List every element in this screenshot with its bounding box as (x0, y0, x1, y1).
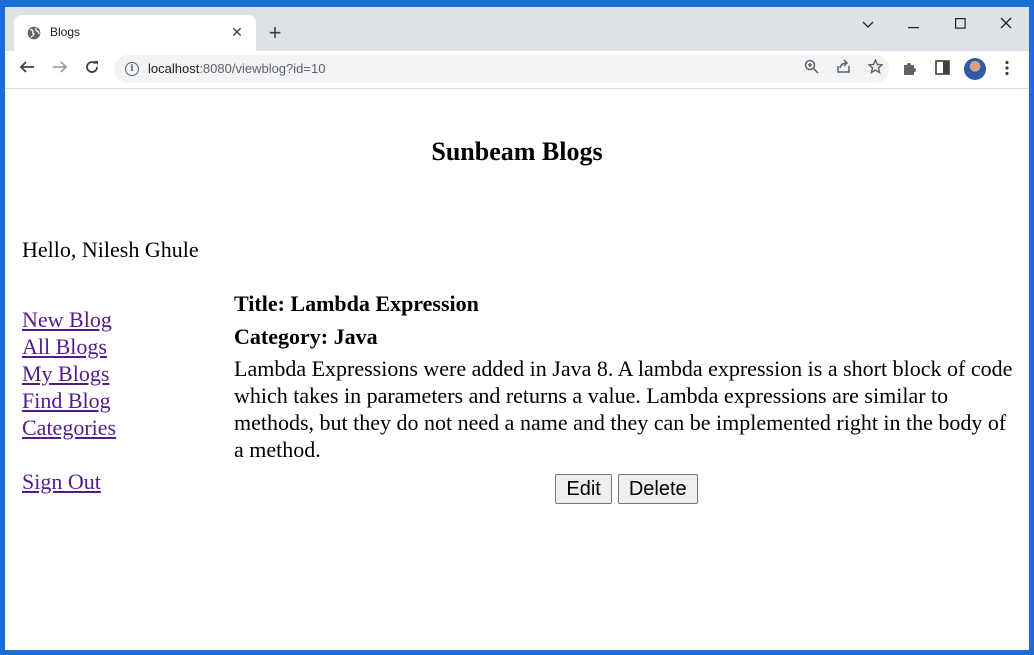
blog-detail: Title: Lambda Expression Category: Java … (234, 289, 1019, 504)
blog-category: Category: Java (234, 324, 378, 349)
info-icon[interactable]: i (125, 62, 139, 76)
close-icon[interactable]: ✕ (228, 23, 246, 41)
minimize-icon[interactable] (897, 11, 931, 37)
kebab-menu-icon[interactable] (997, 60, 1017, 80)
url-text[interactable]: localhost:8080/viewblog?id=10 (148, 61, 325, 76)
sign-out-link[interactable]: Sign Out (22, 468, 116, 495)
forward-arrow-icon[interactable] (48, 58, 72, 82)
window-close-icon[interactable] (989, 11, 1023, 37)
star-icon[interactable] (865, 58, 885, 79)
tab-title: Blogs (50, 25, 81, 39)
nav-categories[interactable]: Categories (22, 414, 116, 441)
zoom-icon[interactable] (801, 59, 821, 79)
chevron-down-icon[interactable] (851, 11, 885, 37)
browser-toolbar: i localhost:8080/viewblog?id=10 (5, 51, 1029, 89)
edit-button[interactable]: Edit (555, 474, 612, 504)
reload-icon[interactable] (80, 58, 104, 82)
delete-button[interactable]: Delete (617, 474, 698, 504)
side-nav: New Blog All Blogs My Blogs Find Blog Ca… (22, 306, 116, 495)
tab-blogs[interactable]: Blogs ✕ (14, 15, 256, 51)
greeting-text: Hello, Nilesh Ghule (22, 237, 199, 262)
nav-my-blogs[interactable]: My Blogs (22, 360, 116, 387)
nav-all-blogs[interactable]: All Blogs (22, 333, 116, 360)
browser-window: Blogs ✕ + i localhost:8080/viewblog?id=1 (5, 7, 1029, 650)
page-content: Sunbeam Blogs Hello, Nilesh Ghule New Bl… (5, 89, 1029, 650)
page-title: Sunbeam Blogs (431, 137, 603, 166)
maximize-icon[interactable] (943, 11, 977, 37)
back-arrow-icon[interactable] (15, 58, 39, 82)
blog-title: Title: Lambda Expression (234, 291, 479, 316)
globe-icon (27, 26, 41, 40)
url-host: localhost (148, 61, 200, 76)
new-tab-icon[interactable]: + (264, 22, 286, 45)
avatar[interactable] (964, 58, 986, 80)
address-bar[interactable]: i localhost:8080/viewblog?id=10 (114, 55, 889, 83)
url-path: :8080/viewblog?id=10 (199, 61, 326, 76)
nav-new-blog[interactable]: New Blog (22, 306, 116, 333)
nav-find-blog[interactable]: Find Blog (22, 387, 116, 414)
blog-actions: Edit Delete (234, 474, 1019, 504)
blog-content: Lambda Expressions were added in Java 8.… (234, 356, 1013, 462)
puzzle-icon[interactable] (900, 60, 920, 80)
side-panel-icon[interactable] (932, 60, 952, 80)
tab-strip: Blogs ✕ + (5, 7, 1029, 51)
share-icon[interactable] (833, 59, 853, 79)
